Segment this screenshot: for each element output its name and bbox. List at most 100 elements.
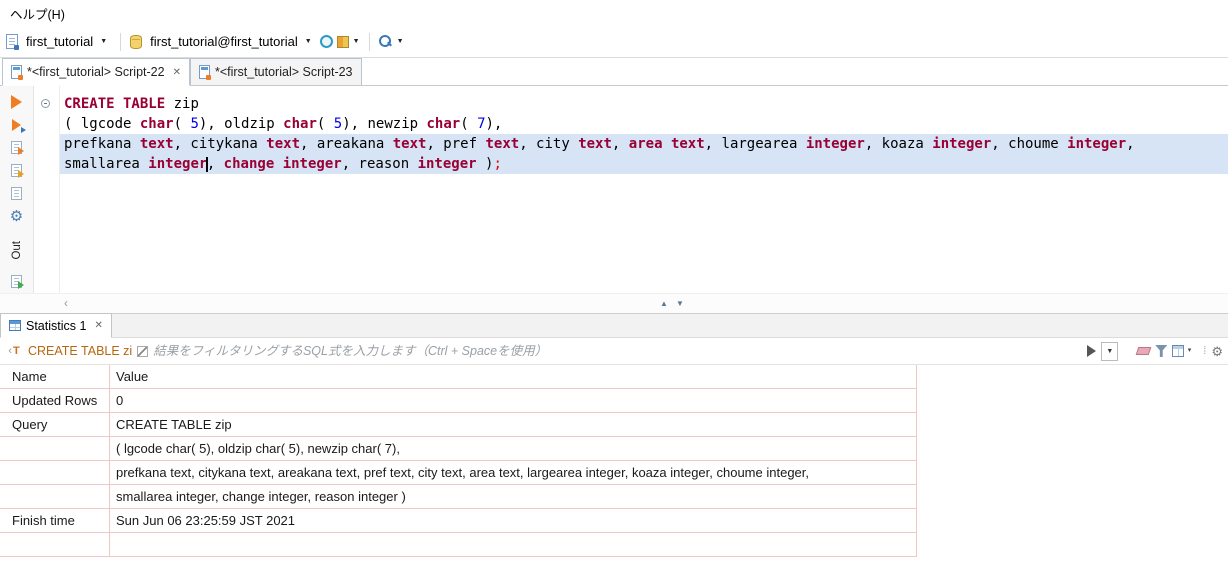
results-header-row: Name Value [0,365,1228,389]
schema-selector[interactable]: first_tutorial@first_tutorial ▼ [146,32,316,51]
results-row-6: Finish time Sun Jun 06 23:25:59 JST 2021 [0,509,1228,533]
sql-token: , koaza [864,136,933,152]
expand-filter-icon[interactable] [137,345,149,357]
filter-funnel-icon[interactable] [1155,345,1168,357]
toggle-panel-button[interactable] [8,274,26,289]
grid-options-icon[interactable] [1172,345,1191,357]
mini-arrow-icon [20,127,26,133]
column-header-name: Name [0,365,110,389]
explain-plan-button[interactable] [8,186,26,201]
gear-icon: ⚙ [9,208,24,225]
fold-collapse-icon[interactable] [41,99,50,108]
editor-tab-bar: *<first_tutorial> Script-22 ✕ *<first_tuto… [0,58,1228,86]
connection-selector[interactable]: first_tutorial ▼ [22,32,111,51]
code-area[interactable]: CREATE TABLE zip( lgcode char( 5), oldzi… [60,86,1228,293]
sql-token: , citykana [173,136,267,152]
sql-token: , [1126,136,1135,152]
sql-token: , pref [426,136,486,152]
cell-value[interactable]: smallarea integer, change integer, reaso… [110,485,917,509]
tab-statistics[interactable]: Statistics 1 ✕ [0,313,112,338]
cell-filler [917,365,1228,389]
editor-tab-2[interactable]: *<first_tutorial> Script-23 [189,58,362,85]
cell-value[interactable]: CREATE TABLE zip [110,413,917,437]
editor-splitter[interactable]: ‹ ▲ ▼ [0,293,1228,313]
close-tab-icon[interactable]: ✕ [173,67,181,78]
cell-name[interactable] [0,437,110,461]
results-row-1: Updated Rows 0 [0,389,1228,413]
active-query-text[interactable]: CREATE TABLE zi [28,344,132,358]
chevron-down-icon[interactable]: ▼ [100,38,107,45]
cell-value[interactable]: prefkana text, citykana text, areakana t… [110,461,917,485]
cell-filler [917,389,1228,413]
sql-token: integer [417,156,477,172]
sql-token: smallarea [64,156,149,172]
filter-history-dropdown[interactable]: ▼ [1101,341,1119,361]
apply-filter-button[interactable] [1087,345,1097,357]
editor-tab-1[interactable]: *<first_tutorial> Script-22 ✕ [2,58,190,86]
sql-token: , reason [341,156,418,172]
cell-filler [917,509,1228,533]
sql-token: text [266,136,301,152]
sql-token: text [485,136,520,152]
schema-name: first_tutorial@first_tutorial [150,34,298,49]
cell-value[interactable]: 0 [110,389,917,413]
editor-toolbar: ⚙ Out [0,86,34,293]
cell-name[interactable]: Updated Rows [0,389,110,413]
database-icon [130,34,143,49]
play-icon [11,94,22,109]
sql-token: 5 [190,116,199,132]
cell-name[interactable] [0,533,110,557]
sql-token: , largearea [704,136,806,152]
settings-gear-icon[interactable]: ⚙ [1211,345,1223,358]
filter-input[interactable] [153,341,1081,361]
search-icon[interactable] [378,34,393,49]
sql-token: text [392,136,427,152]
sql-script-icon [11,65,23,80]
chevron-down-icon[interactable]: ▼ [353,38,360,45]
eraser-icon[interactable] [1135,347,1152,355]
scroll-left-icon[interactable]: ‹ [64,296,68,310]
globe-icon[interactable] [319,35,333,48]
code-line-1[interactable]: CREATE TABLE zip [60,94,1228,114]
sql-token: text [578,136,612,152]
cell-filler [917,437,1228,461]
script-icon [11,187,22,200]
script-arrow-icon [11,141,24,155]
output-panel-tab[interactable]: Out [11,241,23,260]
toolbar-separator [368,32,370,51]
cell-name[interactable]: Finish time [0,509,110,533]
menu-help[interactable]: ヘルプ(H) [4,1,71,26]
sql-token: , city [519,136,579,152]
cell-name[interactable] [0,461,110,485]
sql-token: ( [173,116,191,132]
chevron-down-icon[interactable]: ▼ [305,38,312,45]
cell-value[interactable]: Sun Jun 06 23:25:59 JST 2021 [110,509,917,533]
sql-script-icon [198,65,211,80]
main-toolbar: first_tutorial ▼ first_tutorial@first_tu… [0,26,1228,58]
cell-name[interactable]: Query [0,413,110,437]
cell-filler [917,461,1228,485]
filter-bar: CREATE TABLE zi ▼ ⁞ ⚙ [0,338,1228,365]
execute-script-button[interactable] [8,117,26,133]
sql-token: integer [805,136,865,152]
cell-name[interactable] [0,485,110,509]
close-icon[interactable]: ✕ [94,320,102,331]
code-line-2[interactable]: ( lgcode char( 5), oldzip char( 5), newz… [60,114,1228,134]
maximize-panel-icon[interactable]: ▲ [660,299,668,308]
sql-token: text [670,136,705,152]
sql-token: change [223,156,275,172]
execute-statement-button[interactable] [8,94,26,109]
code-line-4[interactable]: smallarea integer, change integer, reaso… [60,154,1228,174]
cell-value[interactable] [110,533,917,557]
export-from-query-button[interactable] [8,163,26,178]
stats-tab-label: Statistics 1 [26,318,87,333]
code-line-3[interactable]: prefkana text, citykana text, areakana t… [60,134,1228,154]
execute-new-tab-button[interactable] [8,140,26,155]
minimize-panel-icon[interactable]: ▼ [676,299,684,308]
layout-grid-icon[interactable] [336,35,349,48]
sql-token: ; [493,156,502,172]
editor-settings-button[interactable]: ⚙ [8,209,26,224]
sql-token: , [206,156,224,172]
chevron-down-icon[interactable]: ▼ [397,38,404,45]
cell-value[interactable]: ( lgcode char( 5), oldzip char( 5), newz… [110,437,917,461]
